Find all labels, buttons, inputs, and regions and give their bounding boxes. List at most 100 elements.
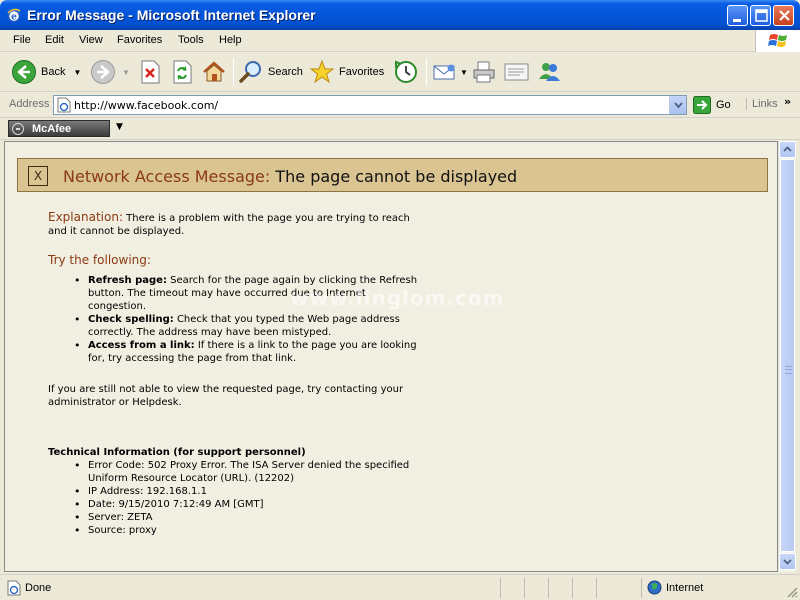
home-icon [203,61,225,82]
status-panel [572,578,573,598]
history-button[interactable] [393,58,419,86]
forward-button[interactable]: ▼ [90,58,130,86]
page-done-icon [7,580,21,596]
mcafee-button[interactable]: McAfee [8,120,110,137]
edit-page-icon [504,63,529,81]
menu-help[interactable]: Help [219,34,242,46]
mcafee-label: McAfee [32,122,72,135]
svg-text:e: e [11,13,17,23]
address-box[interactable] [53,95,687,115]
chevron-down-icon [674,102,683,109]
menu-bar: File Edit View Favorites Tools Help [0,30,800,52]
zone-label: Internet [666,581,704,594]
favorites-star-icon [309,59,335,84]
forward-arrow-icon [91,60,115,84]
print-button[interactable] [471,58,497,86]
page-icon [57,97,71,113]
status-bar: Done Internet [0,574,800,600]
list-item: Check spelling: Check that you typed the… [48,313,418,339]
home-button[interactable] [201,58,227,86]
close-button[interactable] [773,5,794,26]
banner-message: Network Access Message: The page cannot … [63,167,517,186]
tech-heading: Technical Information (for support perso… [48,447,306,458]
technical-info: Technical Information (for support perso… [48,446,418,537]
back-label: Back [41,66,66,78]
list-item: Error Code: 502 Proxy Error. The ISA Ser… [48,459,418,485]
standard-toolbar: Back ▼ ▼ Search Favorites ▼ [0,52,800,92]
scroll-thumb[interactable] [780,159,795,552]
chevron-right-icon[interactable]: » [784,95,791,108]
contact-text: If you are still not able to view the re… [48,384,404,408]
grip-icon [785,366,792,374]
favorites-label: Favorites [339,66,385,78]
menu-view[interactable]: View [79,34,103,46]
menu-file[interactable]: File [13,34,31,46]
address-input[interactable] [74,97,664,113]
vertical-scrollbar[interactable] [778,141,796,572]
toolbar-separator [426,58,427,86]
list-item: Access from a link: If there is a link t… [48,339,418,365]
list-item: Server: ZETA [48,511,418,524]
stop-icon [141,60,160,84]
search-button[interactable]: Search [238,58,303,86]
list-item: Date: 9/15/2010 7:12:49 AM [GMT] [48,498,418,511]
error-x-icon: X [28,166,48,186]
globe-icon [647,580,662,595]
go-label: Go [716,99,731,111]
ie-icon: e [7,8,21,23]
list-item: Source: proxy [48,524,418,537]
status-text: Done [25,582,52,594]
security-zone[interactable]: Internet [647,580,703,595]
menu-favorites[interactable]: Favorites [117,34,162,46]
resize-grip-icon[interactable] [786,586,798,598]
stop-button[interactable] [139,58,161,86]
windows-logo [755,30,800,52]
messenger-button[interactable] [536,58,562,86]
edit-button[interactable] [503,58,531,86]
back-button[interactable]: Back ▼ [11,58,81,86]
status-panel [548,578,549,598]
try-heading: Try the following: [48,253,151,267]
back-arrow-icon [12,60,36,84]
maximize-icon [755,9,768,22]
status-panel [500,578,501,598]
links-toolbar[interactable]: Links [746,98,778,110]
menu-tools[interactable]: Tools [178,34,204,46]
refresh-icon [173,60,192,84]
forward-dropdown-icon[interactable]: ▼ [122,68,130,77]
window-title: Error Message - Microsoft Internet Explo… [27,7,316,23]
tip-term: Check spelling: [88,314,174,325]
go-button[interactable]: Go [693,96,731,114]
address-dropdown-button[interactable] [669,96,686,114]
go-arrow-icon [693,96,711,114]
menu-edit[interactable]: Edit [45,34,64,46]
scroll-up-button[interactable] [779,141,796,158]
mail-button[interactable]: ▼ [432,58,468,86]
status-panel [596,578,597,598]
title-bar: e Error Message - Microsoft Internet Exp… [0,0,800,30]
back-dropdown-icon[interactable]: ▼ [73,68,81,77]
list-item: IP Address: 192.168.1.1 [48,485,418,498]
favorites-button[interactable]: Favorites [309,58,384,86]
mail-icon [433,64,455,80]
banner-title: The page cannot be displayed [275,167,518,186]
toolbar-separator [233,58,234,86]
chevron-down-icon [783,559,792,565]
address-label: Address [9,98,50,110]
search-icon [239,61,261,83]
explanation-label: Explanation: [48,210,123,224]
error-banner: X Network Access Message: The page canno… [17,158,768,192]
tip-term: Access from a link: [88,340,195,351]
windows-flag-icon [768,34,787,47]
search-label: Search [268,66,303,78]
minimize-button[interactable] [727,5,748,26]
mcafee-dropdown-icon[interactable]: ▼ [116,122,123,132]
refresh-button[interactable] [171,58,193,86]
maximize-button[interactable] [750,5,771,26]
messenger-icon [539,63,560,81]
scroll-down-button[interactable] [779,553,796,570]
watermark: www.linglom.com [290,286,505,310]
minimize-icon [733,19,741,22]
close-icon [779,10,790,21]
mail-dropdown-icon[interactable]: ▼ [460,68,468,77]
